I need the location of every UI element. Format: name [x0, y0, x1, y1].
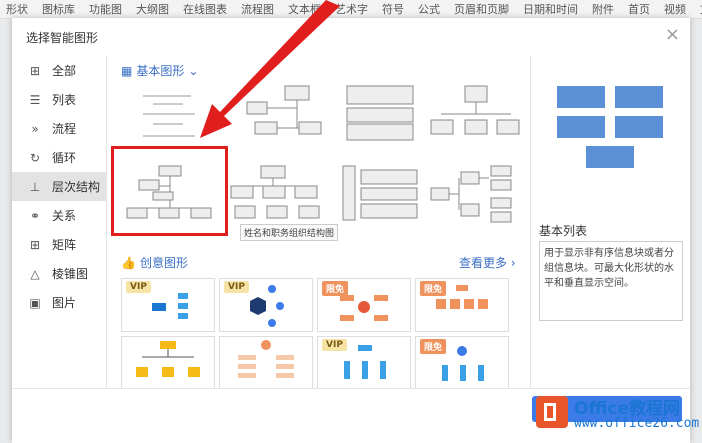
toolbar-item[interactable]: 页眉和页脚	[454, 1, 509, 17]
creative-card-1[interactable]: VIP	[121, 278, 215, 332]
pyramid-icon: △	[30, 266, 40, 281]
sidebar-item[interactable]: ⊥ 层次结构	[12, 172, 106, 201]
toolbar-item[interactable]: 在线图表	[183, 1, 227, 17]
ribbon-toolbar: 形状 图标库 功能图 大纲图 在线图表 流程图 文本框 艺术字 符号 公式 页眉和页脚 日期和时间 附件…	[0, 0, 702, 19]
creative-card-3[interactable]: 限免	[317, 278, 411, 332]
toolbar-item[interactable]: 符号	[382, 1, 404, 17]
process-icon: »	[31, 121, 39, 136]
list-icon: ☰	[29, 92, 41, 107]
toolbar-item[interactable]: 艺术字	[335, 1, 368, 17]
toolbar-item[interactable]: 大纲图	[136, 1, 169, 17]
thumbs-up-icon: 👍	[121, 255, 136, 270]
sidebar-item[interactable]: ⚭ 关系	[12, 201, 106, 230]
sidebar-item[interactable]: » 流程	[12, 114, 106, 143]
free-badge: 限免	[420, 339, 447, 354]
preview-description: 用于显示非有序信息块或者分组信息块。可最大化形状的水平和垂直显示空间。	[539, 241, 683, 321]
vip-badge: VIP	[126, 281, 151, 293]
toolbar-item[interactable]: 形状	[6, 1, 28, 17]
creative-card-6[interactable]	[219, 336, 313, 390]
watermark-logo: Office教程网 www.office26.com	[534, 392, 702, 442]
basic-section-title[interactable]: ▦ 基本图形 ⌄	[121, 62, 198, 79]
creative-card-7[interactable]: VIP	[317, 336, 411, 390]
office-logo-icon	[536, 396, 568, 428]
sidebar-item-label: 列表	[52, 93, 77, 107]
matrix-icon: ⊞	[29, 237, 41, 252]
see-more-link[interactable]: 查看更多 ›	[459, 254, 516, 271]
sidebar-item-label: 关系	[52, 209, 77, 223]
creative-card-2[interactable]: VIP	[219, 278, 313, 332]
hierarchy-icon: ⊥	[29, 179, 41, 194]
sidebar-item[interactable]: ☰ 列表	[12, 85, 106, 114]
toolbar-item[interactable]: 附件	[592, 1, 614, 17]
sidebar-item-label: 层次结构	[52, 180, 101, 194]
graphic-basic-list-text[interactable]	[121, 84, 217, 144]
sidebar-item[interactable]: ↻ 循环	[12, 143, 106, 172]
graphic-stacked-list[interactable]	[333, 84, 429, 144]
creative-card-4[interactable]: 限免	[415, 278, 509, 332]
grid-small-icon: ▦	[121, 63, 133, 78]
category-sidebar: ⊞ 全部 ☰ 列表 » 流程 ↻ 循环 ⊥ 层次结构 ⚭ 关系 ⊞ 矩阵 △ 棱锥图 ▣ 图片	[12, 56, 106, 442]
close-icon[interactable]: ×	[665, 24, 680, 45]
creative-card-5[interactable]	[121, 336, 215, 390]
cycle-icon: ↻	[29, 150, 41, 165]
sidebar-item-label: 矩阵	[52, 238, 77, 252]
graphic-tooltip: 姓名和职务组织结构图	[240, 224, 339, 241]
toolbar-item[interactable]: 功能图	[89, 1, 122, 17]
sidebar-item-label: 棱锥图	[52, 267, 89, 281]
chevron-down-icon: ⌄	[188, 63, 199, 78]
sidebar-item[interactable]: △ 棱锥图	[12, 259, 106, 288]
dialog-title: 选择智能图形	[26, 31, 99, 45]
free-badge: 限免	[322, 281, 349, 296]
graphic-horizontal-tree[interactable]	[427, 164, 523, 224]
sidebar-item[interactable]: ⊞ 矩阵	[12, 230, 106, 259]
toolbar-item[interactable]: 日期和时间	[523, 1, 578, 17]
preview-panel: 基本列表 用于显示非有序信息块或者分组信息块。可最大化形状的水平和垂直显示空间。	[530, 56, 691, 388]
graphic-org-chart-boxes[interactable]	[227, 84, 323, 144]
vip-badge: VIP	[224, 281, 249, 293]
relation-icon: ⚭	[29, 208, 41, 223]
free-badge: 限免	[420, 281, 447, 296]
graphic-multi-level-org[interactable]	[227, 164, 323, 224]
toolbar-item[interactable]: 视频	[664, 1, 686, 17]
creative-section-title[interactable]: 👍 创意图形	[121, 254, 188, 271]
graphic-side-bracket-list[interactable]	[333, 164, 429, 224]
graphic-tree-down[interactable]	[427, 84, 523, 144]
toolbar-item[interactable]: 图标库	[42, 1, 75, 17]
preview-graphic	[557, 86, 663, 168]
preview-title: 基本列表	[539, 224, 588, 238]
creative-card-8[interactable]: 限免	[415, 336, 509, 390]
sidebar-item-label: 图片	[52, 296, 77, 310]
sidebar-item-label: 流程	[52, 122, 77, 136]
picture-icon: ▣	[29, 295, 41, 310]
sidebar-item[interactable]: ▣ 图片	[12, 288, 106, 317]
logo-url: www.office26.com	[574, 416, 700, 431]
sidebar-item-label: 全部	[52, 64, 77, 78]
toolbar-item[interactable]: 文本框	[288, 1, 321, 17]
grid-icon: ⊞	[29, 63, 41, 78]
highlight-frame	[111, 146, 228, 236]
toolbar-item[interactable]: 公式	[418, 1, 440, 17]
sidebar-item[interactable]: ⊞ 全部	[12, 56, 106, 85]
vip-badge: VIP	[322, 339, 347, 351]
toolbar-item[interactable]: 首页	[628, 1, 650, 17]
toolbar-item[interactable]: 流程图	[241, 1, 274, 17]
sidebar-item-label: 循环	[52, 151, 77, 165]
